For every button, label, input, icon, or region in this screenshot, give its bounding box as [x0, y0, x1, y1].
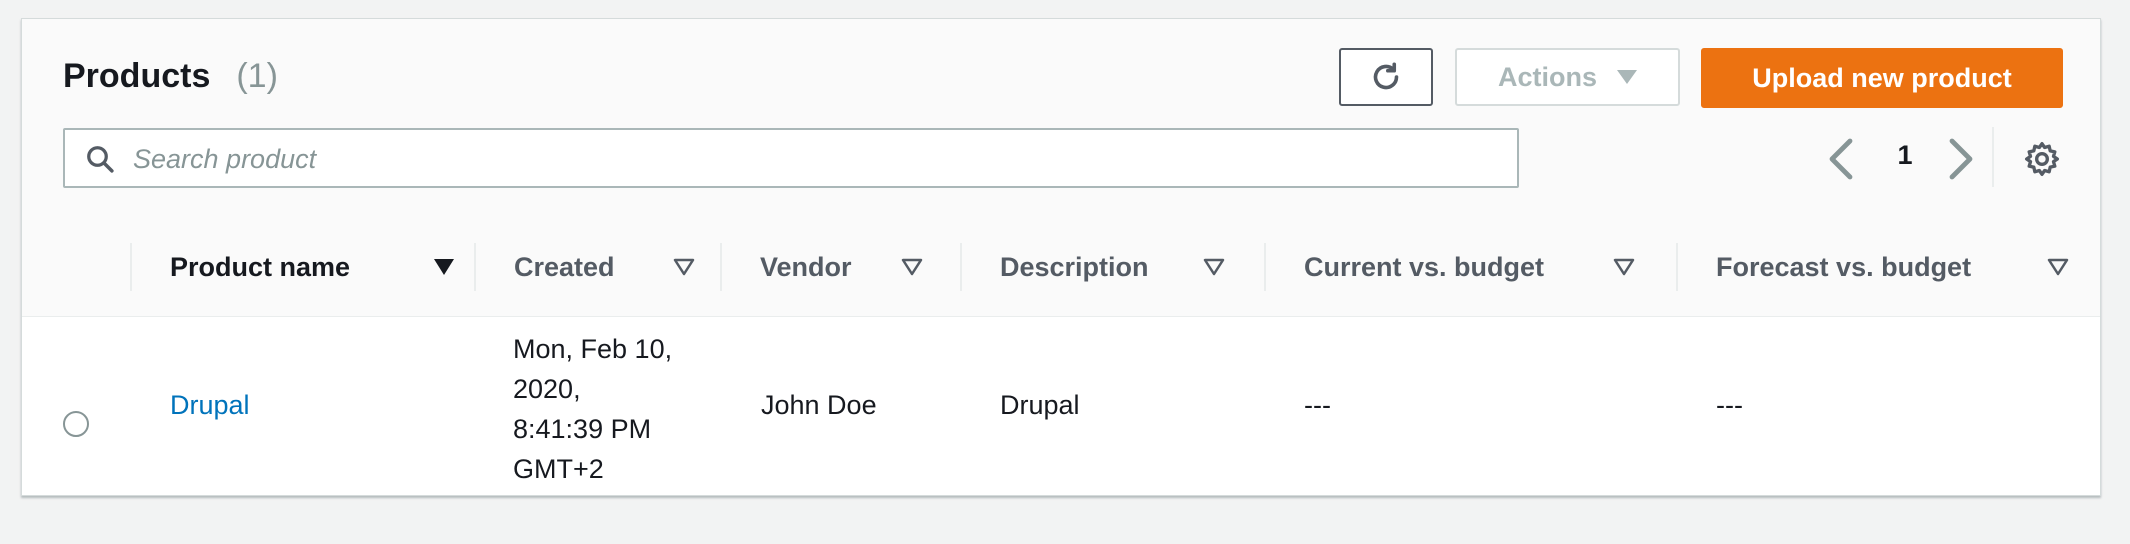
upload-label: Upload new product — [1752, 62, 2012, 93]
column-label: Current vs. budget — [1304, 252, 1545, 282]
product-count: (1) — [236, 57, 278, 95]
chevron-left-icon[interactable] — [1822, 137, 1862, 181]
column-separator — [960, 243, 962, 291]
column-label: Product name — [170, 252, 351, 282]
column-separator — [720, 243, 722, 291]
table-header-area: Products (1) Actions Upload new product 1 — [22, 19, 2100, 220]
column-label: Forecast vs. budget — [1716, 252, 1972, 282]
column-header-vendor[interactable]: Vendor — [720, 219, 962, 316]
product-link[interactable]: Drupal — [170, 390, 250, 420]
cell-vendor: John Doe — [761, 390, 877, 420]
column-separator — [130, 243, 132, 291]
column-separator — [1264, 243, 1266, 291]
cell-product-name[interactable]: Drupal — [170, 385, 250, 425]
row-select-radio[interactable] — [63, 411, 89, 437]
title-text: Products — [63, 57, 211, 95]
column-label: Created — [514, 252, 615, 282]
sort-caret-icon — [901, 258, 923, 276]
pager-divider — [1992, 127, 1994, 187]
sort-caret-icon — [2047, 258, 2069, 276]
column-label: Vendor — [760, 252, 852, 282]
chevron-right-icon[interactable] — [1940, 137, 1980, 181]
search-field[interactable] — [63, 128, 1519, 188]
actions-label: Actions — [1497, 61, 1597, 92]
table-header-row: Product name Created Vendor Description — [22, 219, 2100, 317]
cell-forecast-vs-budget: --- — [1716, 390, 1743, 420]
created-line: 8:41:39 PM — [513, 414, 652, 444]
sort-caret-icon — [1203, 258, 1225, 276]
created-line: GMT+2 — [513, 454, 604, 484]
created-line: Mon, Feb 10, — [513, 334, 673, 364]
cell-current-vs-budget: --- — [1304, 390, 1331, 420]
actions-dropdown-button[interactable]: Actions — [1455, 48, 1680, 106]
column-header-current-vs-budget[interactable]: Current vs. budget — [1264, 219, 1678, 316]
sort-caret-icon — [673, 258, 695, 276]
column-label: Description — [1000, 252, 1149, 282]
column-header-product-name[interactable]: Product name — [130, 219, 494, 316]
column-header-forecast-vs-budget[interactable]: Forecast vs. budget — [1676, 219, 2100, 316]
table-row[interactable]: Drupal Mon, Feb 10, 2020, 8:41:39 PM GMT… — [22, 317, 2100, 495]
column-header-description[interactable]: Description — [960, 219, 1266, 316]
sort-descending-icon — [434, 259, 454, 275]
upload-new-product-button[interactable]: Upload new product — [1701, 48, 2063, 108]
column-separator — [474, 243, 476, 291]
refresh-icon — [1373, 62, 1399, 90]
column-separator — [1676, 243, 1678, 291]
column-header-created[interactable]: Created — [474, 219, 722, 316]
current-page-number[interactable]: 1 — [1890, 140, 1920, 171]
search-input[interactable] — [131, 130, 1505, 188]
created-line: 2020, — [513, 374, 581, 404]
search-icon — [87, 146, 114, 173]
cell-description: Drupal — [1000, 390, 1080, 420]
caret-down-icon — [1617, 70, 1637, 84]
gear-icon[interactable] — [2022, 139, 2062, 179]
page-title: Products (1) — [63, 57, 278, 96]
refresh-button[interactable] — [1339, 48, 1433, 106]
cell-created: Mon, Feb 10, 2020, 8:41:39 PM GMT+2 — [513, 329, 733, 489]
products-table-panel: Products (1) Actions Upload new product 1 — [21, 18, 2101, 496]
sort-caret-icon — [1613, 258, 1635, 276]
